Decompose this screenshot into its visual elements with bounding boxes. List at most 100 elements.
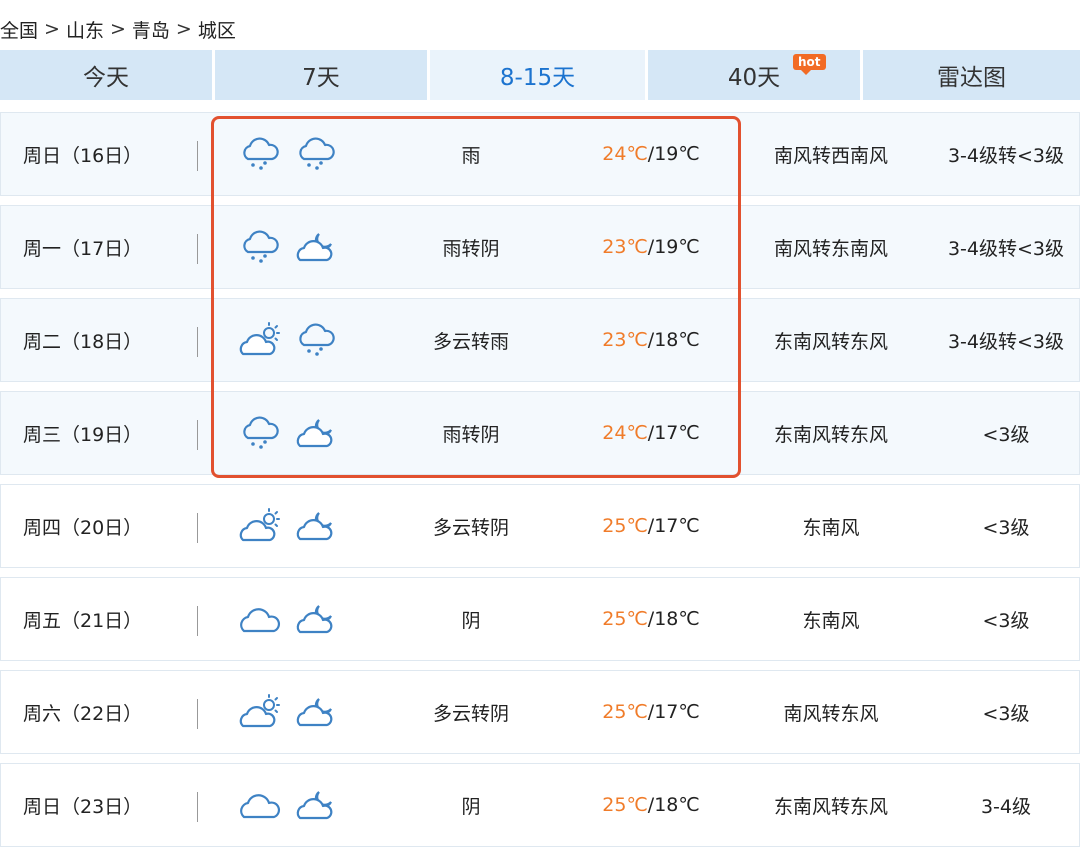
forecast-list: 周日（16日） 雨 24℃/19℃ 南风转西南风 3-4级转<3级 周一（17日… (0, 112, 1080, 856)
breadcrumb-separator: > (175, 18, 192, 40)
forecast-row[interactable]: 周三（19日） 雨转阴 24℃/17℃ 东南风转东风 <3级 (0, 391, 1080, 475)
weather-description: 多云转阴 (432, 516, 509, 539)
overcast-night-icon (295, 414, 337, 452)
breadcrumb-city[interactable]: 青岛 (132, 16, 170, 43)
temperature-range: 24℃/17℃ (571, 392, 731, 474)
wind-direction: 东南风转东风 (773, 795, 888, 818)
cloudy-sun-icon (239, 321, 281, 359)
temperature-range: 25℃/17℃ (571, 671, 731, 753)
wind-level: 3-4级转<3级 (947, 237, 1065, 260)
weather-icons (239, 113, 369, 195)
temperature-range: 24℃/19℃ (571, 113, 731, 195)
column-divider (197, 513, 198, 543)
day-date: 周一（17日） (23, 237, 143, 260)
high-temperature: 23℃ (602, 329, 648, 351)
low-temperature: 18℃ (654, 329, 700, 351)
breadcrumb-district: 城区 (197, 19, 236, 42)
weather-icons (239, 392, 369, 474)
tab-40-days[interactable]: 40天 hot (648, 50, 863, 100)
low-temperature: 19℃ (654, 143, 700, 165)
tab-label: 7天 (302, 65, 340, 91)
forecast-row[interactable]: 周四（20日） 多云转阴 25℃/17℃ 东南风 <3级 (0, 484, 1080, 568)
high-temperature: 25℃ (602, 701, 648, 723)
breadcrumb-province[interactable]: 山东 (66, 16, 104, 43)
tab-7-days[interactable]: 7天 (215, 50, 430, 100)
wind-direction: 东南风 (802, 609, 860, 632)
breadcrumb-separator: > (109, 18, 126, 40)
wind-direction: 南风转东南风 (773, 237, 888, 260)
wind-level: 3-4级 (980, 795, 1032, 818)
forecast-row[interactable]: 周六（22日） 多云转阴 25℃/17℃ 南风转东风 <3级 (0, 670, 1080, 754)
rain-icon (239, 228, 281, 266)
tab-radar[interactable]: 雷达图 (863, 50, 1080, 100)
day-date: 周四（20日） (23, 516, 143, 539)
weather-icons (239, 764, 369, 846)
column-divider (197, 699, 198, 729)
weather-icons (239, 671, 369, 753)
column-divider (197, 606, 198, 636)
overcast-night-icon (295, 507, 337, 545)
column-divider (197, 792, 198, 822)
day-date: 周日（16日） (23, 144, 143, 167)
low-temperature: 17℃ (654, 422, 700, 444)
forecast-row[interactable]: 周一（17日） 雨转阴 23℃/19℃ 南风转东南风 3-4级转<3级 (0, 205, 1080, 289)
breadcrumb: 全国 > 山东 > 青岛 > 城区 (0, 14, 236, 44)
cloudy-sun-icon (239, 693, 281, 731)
weather-icons (239, 485, 369, 567)
breadcrumb-national[interactable]: 全国 (0, 16, 38, 43)
rain-icon (295, 321, 337, 359)
wind-direction: 南风转西南风 (773, 144, 888, 167)
weather-description: 雨转阴 (442, 237, 500, 260)
forecast-row[interactable]: 周日（23日） 阴 25℃/18℃ 东南风转东风 3-4级 (0, 763, 1080, 847)
cloudy-sun-icon (239, 507, 281, 545)
tab-label: 今天 (83, 65, 129, 91)
high-temperature: 25℃ (602, 608, 648, 630)
wind-level: <3级 (982, 609, 1030, 632)
forecast-row[interactable]: 周日（16日） 雨 24℃/19℃ 南风转西南风 3-4级转<3级 (0, 112, 1080, 196)
wind-direction: 东南风转东风 (773, 423, 888, 446)
wind-level: <3级 (982, 702, 1030, 725)
high-temperature: 25℃ (602, 515, 648, 537)
weather-description: 阴 (461, 609, 481, 632)
column-divider (197, 327, 198, 357)
low-temperature: 19℃ (654, 236, 700, 258)
tab-today[interactable]: 今天 (0, 50, 215, 100)
low-temperature: 17℃ (654, 701, 700, 723)
day-date: 周六（22日） (23, 702, 143, 725)
day-date: 周五（21日） (23, 609, 143, 632)
weather-icons (239, 206, 369, 288)
forecast-tabs: 今天 7天 8-15天 40天 hot 雷达图 (0, 50, 1080, 100)
forecast-row[interactable]: 周二（18日） 多云转雨 23℃/18℃ 东南风转东风 3-4级转<3级 (0, 298, 1080, 382)
weather-description: 雨转阴 (442, 423, 500, 446)
wind-direction: 东南风转东风 (773, 330, 888, 353)
high-temperature: 25℃ (602, 794, 648, 816)
low-temperature: 18℃ (654, 794, 700, 816)
tab-label: 雷达图 (937, 65, 1006, 91)
high-temperature: 23℃ (602, 236, 648, 258)
wind-level: <3级 (982, 516, 1030, 539)
overcast-night-icon (295, 786, 337, 824)
wind-direction: 东南风 (802, 516, 860, 539)
cloud-icon (239, 786, 281, 824)
tab-label: 40天 (727, 65, 781, 91)
wind-level: 3-4级转<3级 (947, 330, 1065, 353)
day-date: 周二（18日） (23, 330, 143, 353)
wind-level: 3-4级转<3级 (947, 144, 1065, 167)
temperature-range: 25℃/18℃ (571, 578, 731, 660)
temperature-range: 23℃/18℃ (571, 299, 731, 381)
wind-level: <3级 (982, 423, 1030, 446)
overcast-night-icon (295, 600, 337, 638)
temperature-range: 25℃/18℃ (571, 764, 731, 846)
day-date: 周三（19日） (23, 423, 143, 446)
low-temperature: 17℃ (654, 515, 700, 537)
tab-8-15-days[interactable]: 8-15天 (430, 50, 648, 100)
weather-description: 多云转阴 (432, 702, 509, 725)
day-date: 周日（23日） (23, 795, 143, 818)
hot-badge: hot (793, 54, 826, 75)
column-divider (197, 141, 198, 171)
rain-icon (239, 135, 281, 173)
high-temperature: 24℃ (602, 422, 648, 444)
forecast-row[interactable]: 周五（21日） 阴 25℃/18℃ 东南风 <3级 (0, 577, 1080, 661)
weather-description: 多云转雨 (432, 330, 509, 353)
rain-icon (239, 414, 281, 452)
